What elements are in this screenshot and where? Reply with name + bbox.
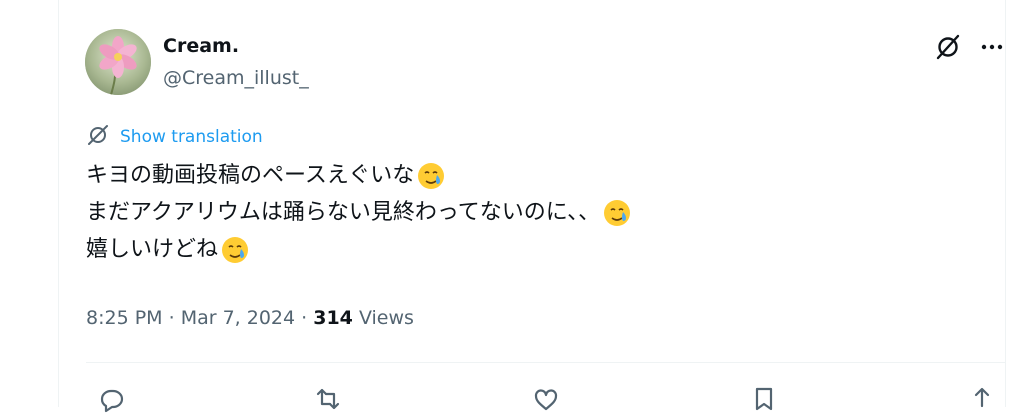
meta-separator: · — [162, 307, 181, 329]
tweet-metadata: 8:25 PM · Mar 7, 2024 · 314 Views — [86, 305, 414, 331]
face-holding-back-tears-icon — [602, 198, 632, 228]
show-translation-label[interactable]: Show translation — [120, 127, 263, 147]
grok-icon[interactable] — [932, 33, 964, 61]
timeline-right-border — [1005, 0, 1006, 407]
face-holding-back-tears-icon — [220, 235, 250, 265]
tweet-line-1: キヨの動画投稿のペースえぐいな — [86, 157, 632, 194]
show-translation-link[interactable]: Show translation — [86, 124, 263, 150]
timeline-left-border — [58, 0, 59, 407]
more-horizontal-icon[interactable] — [976, 33, 1008, 61]
author-display-name[interactable]: Cream. — [163, 34, 239, 58]
tweet-line-3: 嬉しいけどね — [86, 231, 632, 268]
views-label: Views — [352, 307, 414, 329]
views-count: 314 — [313, 307, 353, 329]
tweet-text: キヨの動画投稿のペースえぐいな まだアクアリウムは踊らない見終わってないのに、、… — [86, 157, 632, 268]
tweet-time[interactable]: 8:25 PM — [86, 307, 163, 329]
translate-icon — [86, 123, 110, 151]
avatar[interactable] — [85, 29, 151, 95]
bookmark-icon[interactable] — [747, 384, 781, 414]
like-icon[interactable] — [529, 384, 563, 414]
tweet-line-text: まだアクアリウムは踊らない見終わってないのに、、 — [86, 200, 601, 225]
repost-icon[interactable] — [311, 384, 345, 414]
face-holding-back-tears-icon — [416, 161, 446, 191]
tweet-date[interactable]: Mar 7, 2024 — [181, 307, 295, 329]
tweet-line-text: キヨの動画投稿のペースえぐいな — [86, 163, 415, 188]
share-icon[interactable] — [965, 384, 999, 414]
divider — [86, 362, 1006, 363]
author-handle[interactable]: @Cream_illust_ — [163, 66, 309, 90]
tweet-line-2: まだアクアリウムは踊らない見終わってないのに、、 — [86, 194, 632, 231]
reply-icon[interactable] — [94, 384, 128, 414]
meta-separator: · — [295, 307, 314, 329]
tweet-line-text: 嬉しいけどね — [86, 237, 219, 262]
